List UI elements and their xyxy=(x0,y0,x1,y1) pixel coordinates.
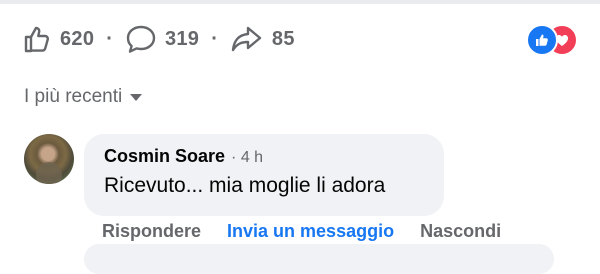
comment-stat[interactable]: 319 xyxy=(125,24,199,54)
comment-actions: Rispondere Invia un messaggio Nascondi xyxy=(102,221,527,242)
share-arrow-icon xyxy=(230,24,264,54)
comment-sort-dropdown[interactable]: I più recenti xyxy=(24,86,143,108)
like-stat[interactable]: 620 xyxy=(22,24,94,54)
sort-label: I più recenti xyxy=(24,86,123,107)
comment-bubble-icon xyxy=(125,24,157,54)
reaction-icons[interactable] xyxy=(526,24,578,56)
like-reaction-icon xyxy=(526,24,558,56)
engagement-stats: 620 · 319 · 85 xyxy=(22,22,295,56)
send-message-button[interactable]: Invia un messaggio xyxy=(227,221,394,242)
share-stat[interactable]: 85 xyxy=(230,24,295,54)
comment-count: 319 xyxy=(164,27,200,50)
comment-header: Cosmin Soare · 4 h xyxy=(104,146,263,167)
comment-bubble: Cosmin Soare · 4 h Ricevuto... mia mogli… xyxy=(84,134,444,216)
top-divider xyxy=(0,0,600,4)
comment-time[interactable]: · 4 h xyxy=(231,149,263,167)
reply-button[interactable]: Rispondere xyxy=(102,221,201,242)
hide-button[interactable]: Nascondi xyxy=(420,221,501,242)
like-count: 620 xyxy=(60,27,95,50)
separator-dot: · xyxy=(106,27,113,50)
next-comment-bubble xyxy=(84,244,554,274)
caret-down-icon xyxy=(130,93,143,101)
comment-text: Ricevuto... mia moglie li adora xyxy=(104,174,386,197)
separator-dot: · xyxy=(211,27,218,50)
avatar[interactable] xyxy=(24,134,74,184)
share-count: 85 xyxy=(271,27,295,50)
thumbs-up-icon xyxy=(22,24,52,54)
comment-author[interactable]: Cosmin Soare xyxy=(104,146,225,167)
